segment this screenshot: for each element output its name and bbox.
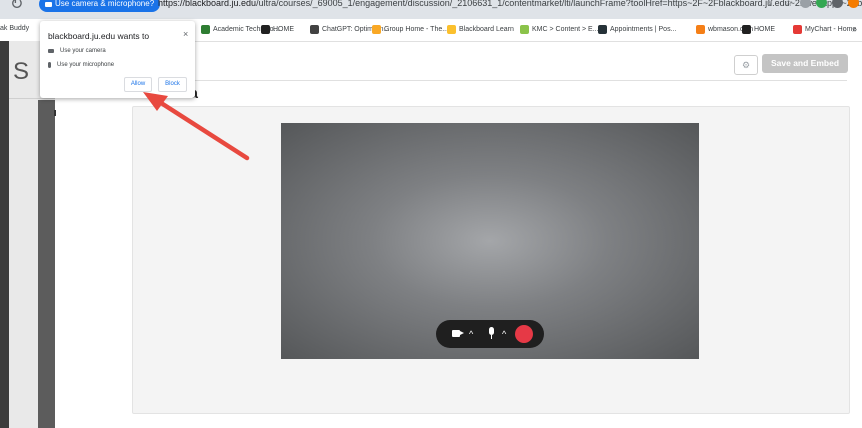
arrow-head (143, 92, 168, 111)
arrow-shaft (155, 98, 250, 161)
annotation-arrow (143, 92, 250, 161)
